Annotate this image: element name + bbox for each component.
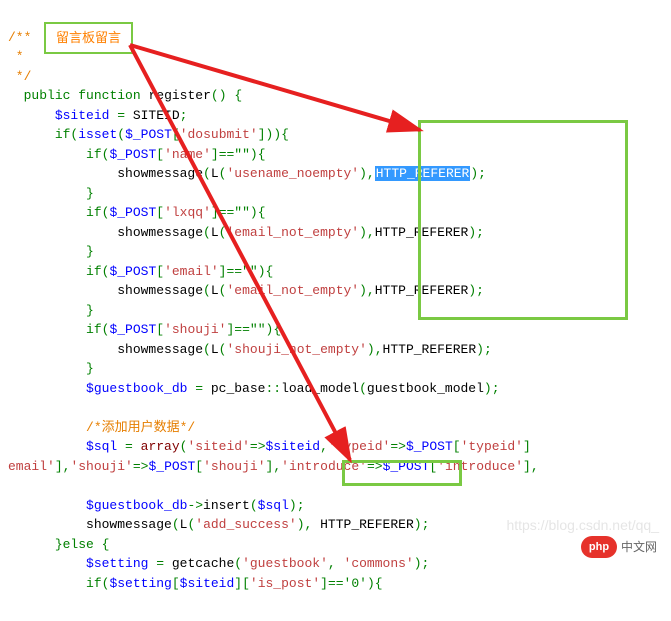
fn-name: register: [148, 88, 210, 103]
http-referer-selected: HTTP_REFERER: [375, 166, 471, 181]
comment-close: */: [8, 69, 31, 84]
kw-function: function: [78, 88, 140, 103]
annotation-label: 留言板留言: [44, 22, 133, 54]
logo-text: 中文网: [621, 538, 657, 556]
var-siteid: $siteid: [55, 108, 110, 123]
code-block: /** * */ public function register() { $s…: [8, 28, 663, 594]
site-logo: php 中文网: [581, 536, 657, 558]
comment-mid: *: [8, 49, 24, 64]
comment-open: /**: [8, 30, 31, 45]
comment-adduser: /*添加用户数据*/: [86, 420, 195, 435]
kw-public: public: [24, 88, 71, 103]
watermark-text: https://blog.csdn.net/qq_: [506, 515, 659, 536]
php-logo-icon: php: [581, 536, 617, 558]
